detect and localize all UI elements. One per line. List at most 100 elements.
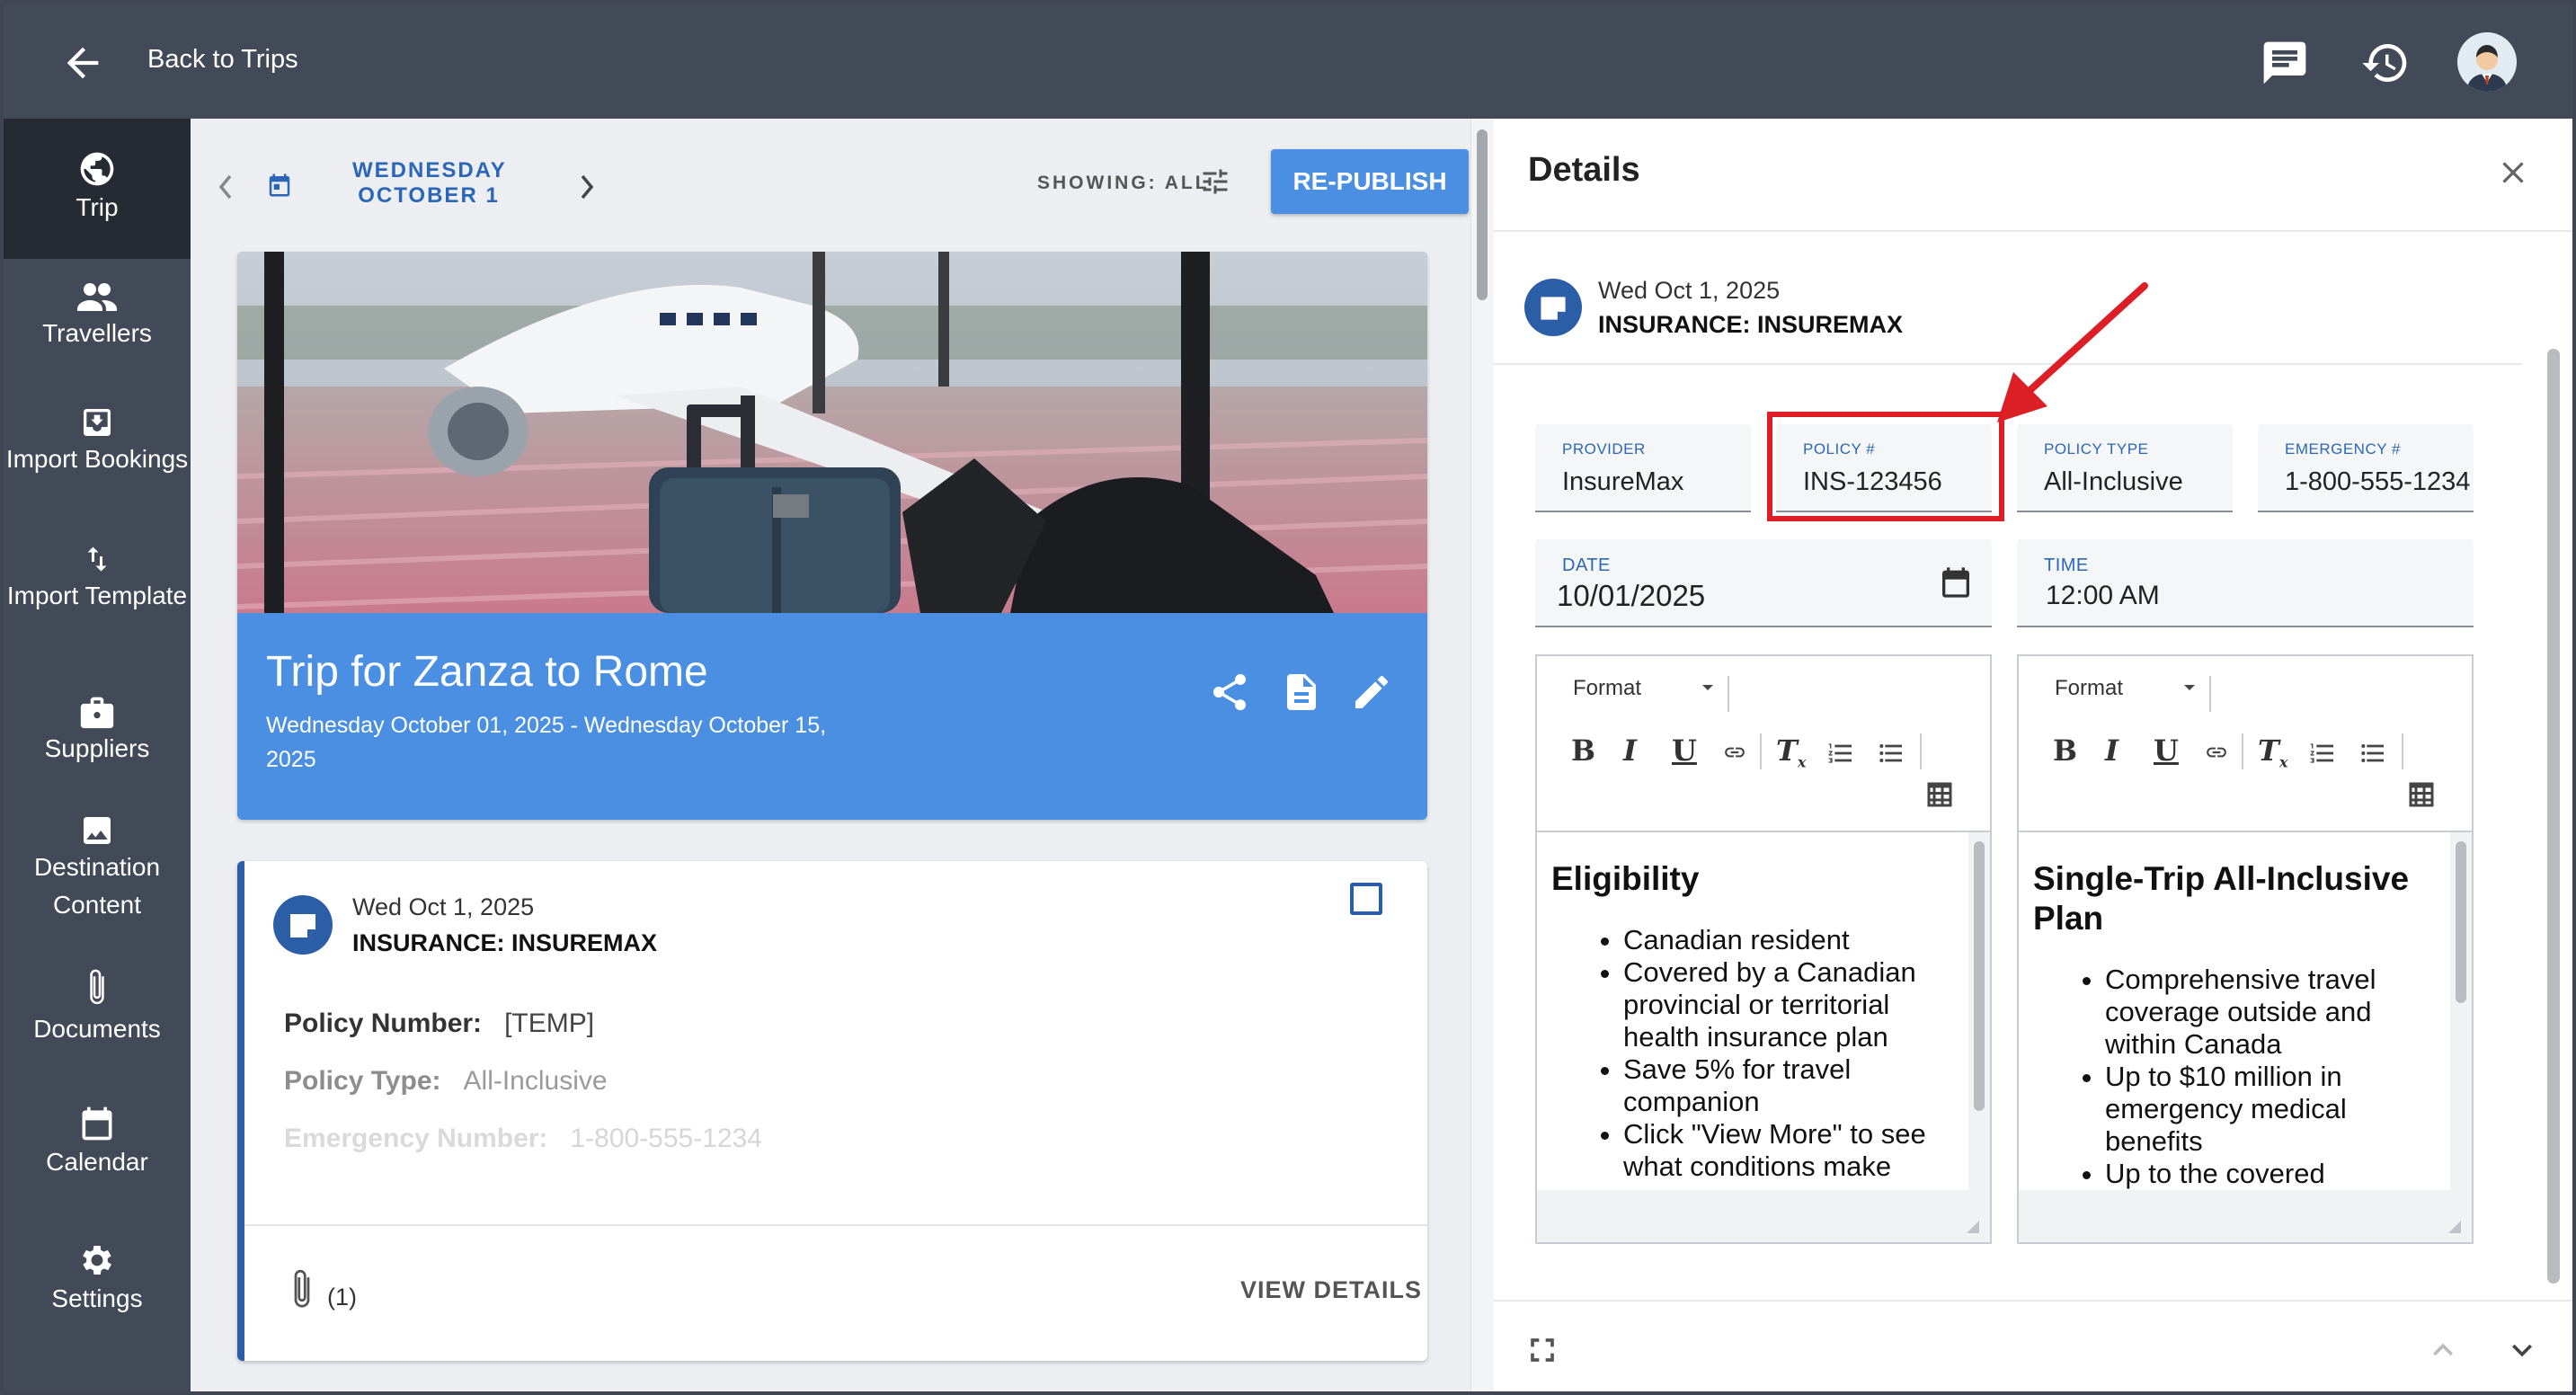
details-scrollbar[interactable] [2522, 230, 2572, 1300]
sidebar-item-calendar[interactable]: Calendar [4, 1104, 191, 1181]
sidebar-item-trip[interactable]: Trip [4, 119, 191, 259]
sidebar-item-suppliers[interactable]: Suppliers [4, 694, 191, 768]
editor-content[interactable]: Single-Trip All-Inclusive Plan Comprehen… [2019, 832, 2450, 1190]
calendar-small-icon[interactable] [266, 171, 293, 200]
sidebar-item-label: Documents [33, 1015, 161, 1043]
attachment-count: (1) [327, 1284, 357, 1311]
italic-button[interactable]: I [2105, 733, 2119, 768]
underline-button[interactable]: U [1672, 733, 1697, 768]
list-item: Canadian resident [1623, 924, 1956, 956]
share-icon[interactable] [1208, 671, 1251, 714]
details-date: Wed Oct 1, 2025 [1598, 277, 1781, 304]
view-details-button[interactable]: VIEW DETAILS [1240, 1276, 1422, 1304]
fullscreen-icon[interactable] [1523, 1330, 1562, 1370]
document-icon[interactable] [1280, 671, 1323, 714]
editor-resize-bar [2019, 1190, 2472, 1242]
list-item: Up to the covered [2105, 1158, 2438, 1190]
chevron-right-icon[interactable] [575, 171, 597, 203]
format-dropdown[interactable]: Format [1573, 676, 1641, 701]
sidebar-item-travellers[interactable]: Travellers [4, 279, 191, 352]
sidebar-item-import-bookings[interactable]: Import Bookings [4, 404, 191, 478]
editor-resize-bar [1537, 1190, 1990, 1242]
bold-button[interactable]: B [2053, 733, 2077, 768]
editor-scrollbar[interactable] [1968, 832, 1990, 1190]
insurance-card[interactable]: Wed Oct 1, 2025 INSURANCE: INSUREMAX Pol… [237, 861, 1427, 1361]
italic-button[interactable]: I [1623, 733, 1637, 768]
eligibility-editor[interactable]: Format B I U Tx Eligibility Canadian res… [1535, 654, 1992, 1244]
bold-button[interactable]: B [1571, 733, 1595, 768]
trip-card[interactable]: Trip for Zanza to Rome Wednesday October… [237, 252, 1427, 820]
link-icon[interactable] [2202, 741, 2231, 764]
table-icon[interactable] [1923, 778, 1956, 811]
clear-format-button[interactable]: Tx [2258, 733, 2287, 770]
select-checkbox[interactable] [1350, 883, 1382, 915]
resize-handle-icon[interactable] [2445, 1217, 2463, 1235]
day-date: OCTOBER 1 [358, 183, 500, 208]
dropdown-caret-icon[interactable] [1701, 683, 1715, 692]
paperclip-icon [90, 969, 104, 1005]
sidebar-item-import-template[interactable]: Import Template [4, 541, 191, 615]
back-arrow-icon[interactable] [59, 40, 106, 86]
clear-format-button[interactable]: Tx [1776, 733, 1806, 770]
trip-cover-image [237, 252, 1427, 613]
people-icon [77, 283, 117, 311]
bulleted-list-icon[interactable] [1877, 739, 1905, 768]
editor-scrollbar[interactable] [2450, 832, 2472, 1190]
emergency-number-row: Emergency Number: 1-800-555-1234 [284, 1124, 762, 1153]
sidebar-item-documents[interactable]: Documents [4, 967, 191, 1048]
numbered-list-icon[interactable] [2308, 739, 2337, 768]
chevron-up-icon[interactable] [2423, 1330, 2463, 1370]
dropdown-caret-icon[interactable] [2182, 683, 2197, 692]
gear-icon [83, 1246, 111, 1275]
sidebar: Trip Travellers Import Bookings Import T… [4, 119, 191, 1391]
sidebar-item-label: Import Bookings [5, 445, 189, 473]
editor-toolbar: Format B I U Tx [2019, 656, 2472, 832]
table-icon[interactable] [2405, 778, 2438, 811]
provider-field[interactable]: PROVIDER InsureMax [1535, 424, 1751, 512]
app-window: Back to Trips Trip Travellers Import Boo… [4, 4, 2572, 1391]
top-bar: Back to Trips [4, 4, 2572, 119]
calendar-picker-icon[interactable] [1938, 564, 1974, 600]
time-field[interactable]: TIME 12:00 AM [2017, 539, 2474, 627]
close-icon[interactable] [2495, 155, 2531, 191]
insurance-note-icon [273, 895, 333, 955]
filter-sliders-icon[interactable] [1199, 165, 1231, 198]
sidebar-item-label: Calendar [46, 1148, 148, 1176]
history-icon[interactable] [2360, 38, 2411, 88]
trip-title: Trip for Zanza to Rome [266, 648, 708, 696]
list-item: Covered by a Canadian provincial or terr… [1623, 956, 1956, 1053]
edit-pencil-icon[interactable] [1350, 671, 1393, 714]
list-item: Save 5% for travel companion [1623, 1053, 1956, 1118]
sidebar-item-destination-content[interactable]: Destination Content [4, 813, 191, 924]
user-avatar[interactable] [2457, 32, 2517, 92]
sidebar-item-label: Trip [76, 193, 119, 221]
editor-content[interactable]: Eligibility Canadian resident Covered by… [1537, 832, 1968, 1190]
attachment-icon[interactable] [284, 1267, 320, 1314]
numbered-list-icon[interactable] [1826, 739, 1855, 768]
chevron-down-icon[interactable] [2502, 1330, 2542, 1370]
calendar-icon [82, 1106, 112, 1141]
briefcase-icon [80, 697, 114, 729]
date-field[interactable]: DATE 10/01/2025 [1535, 539, 1992, 627]
showing-filter-label[interactable]: SHOWING: ALL [1037, 173, 1210, 194]
chat-icon[interactable] [2260, 38, 2310, 88]
underline-button[interactable]: U [2154, 733, 2179, 768]
sidebar-item-label: Destination Content [33, 853, 161, 919]
republish-button[interactable]: RE-PUBLISH [1271, 149, 1469, 214]
middle-scrollbar[interactable] [1470, 119, 1494, 1391]
chevron-left-icon[interactable] [216, 171, 237, 203]
annotation-arrow-icon [1997, 282, 2148, 422]
link-icon[interactable] [1720, 741, 1749, 764]
sidebar-item-settings[interactable]: Settings [4, 1240, 191, 1318]
globe-icon [80, 152, 114, 186]
plan-editor[interactable]: Format B I U Tx Single-Trip All-Inclusiv… [2017, 654, 2474, 1244]
bulleted-list-icon[interactable] [2358, 739, 2387, 768]
sidebar-item-label: Travellers [42, 319, 152, 347]
emergency-number-field[interactable]: EMERGENCY # 1-800-555-1234 [2258, 424, 2474, 512]
card-divider [244, 1224, 1427, 1226]
resize-handle-icon[interactable] [1963, 1217, 1981, 1235]
editor-bullet-list: Canadian resident Covered by a Canadian … [1551, 924, 1956, 1183]
format-dropdown[interactable]: Format [2055, 676, 2123, 701]
back-to-trips-link[interactable]: Back to Trips [147, 45, 298, 75]
list-item: Up to $10 million in emergency medical b… [2105, 1061, 2438, 1158]
